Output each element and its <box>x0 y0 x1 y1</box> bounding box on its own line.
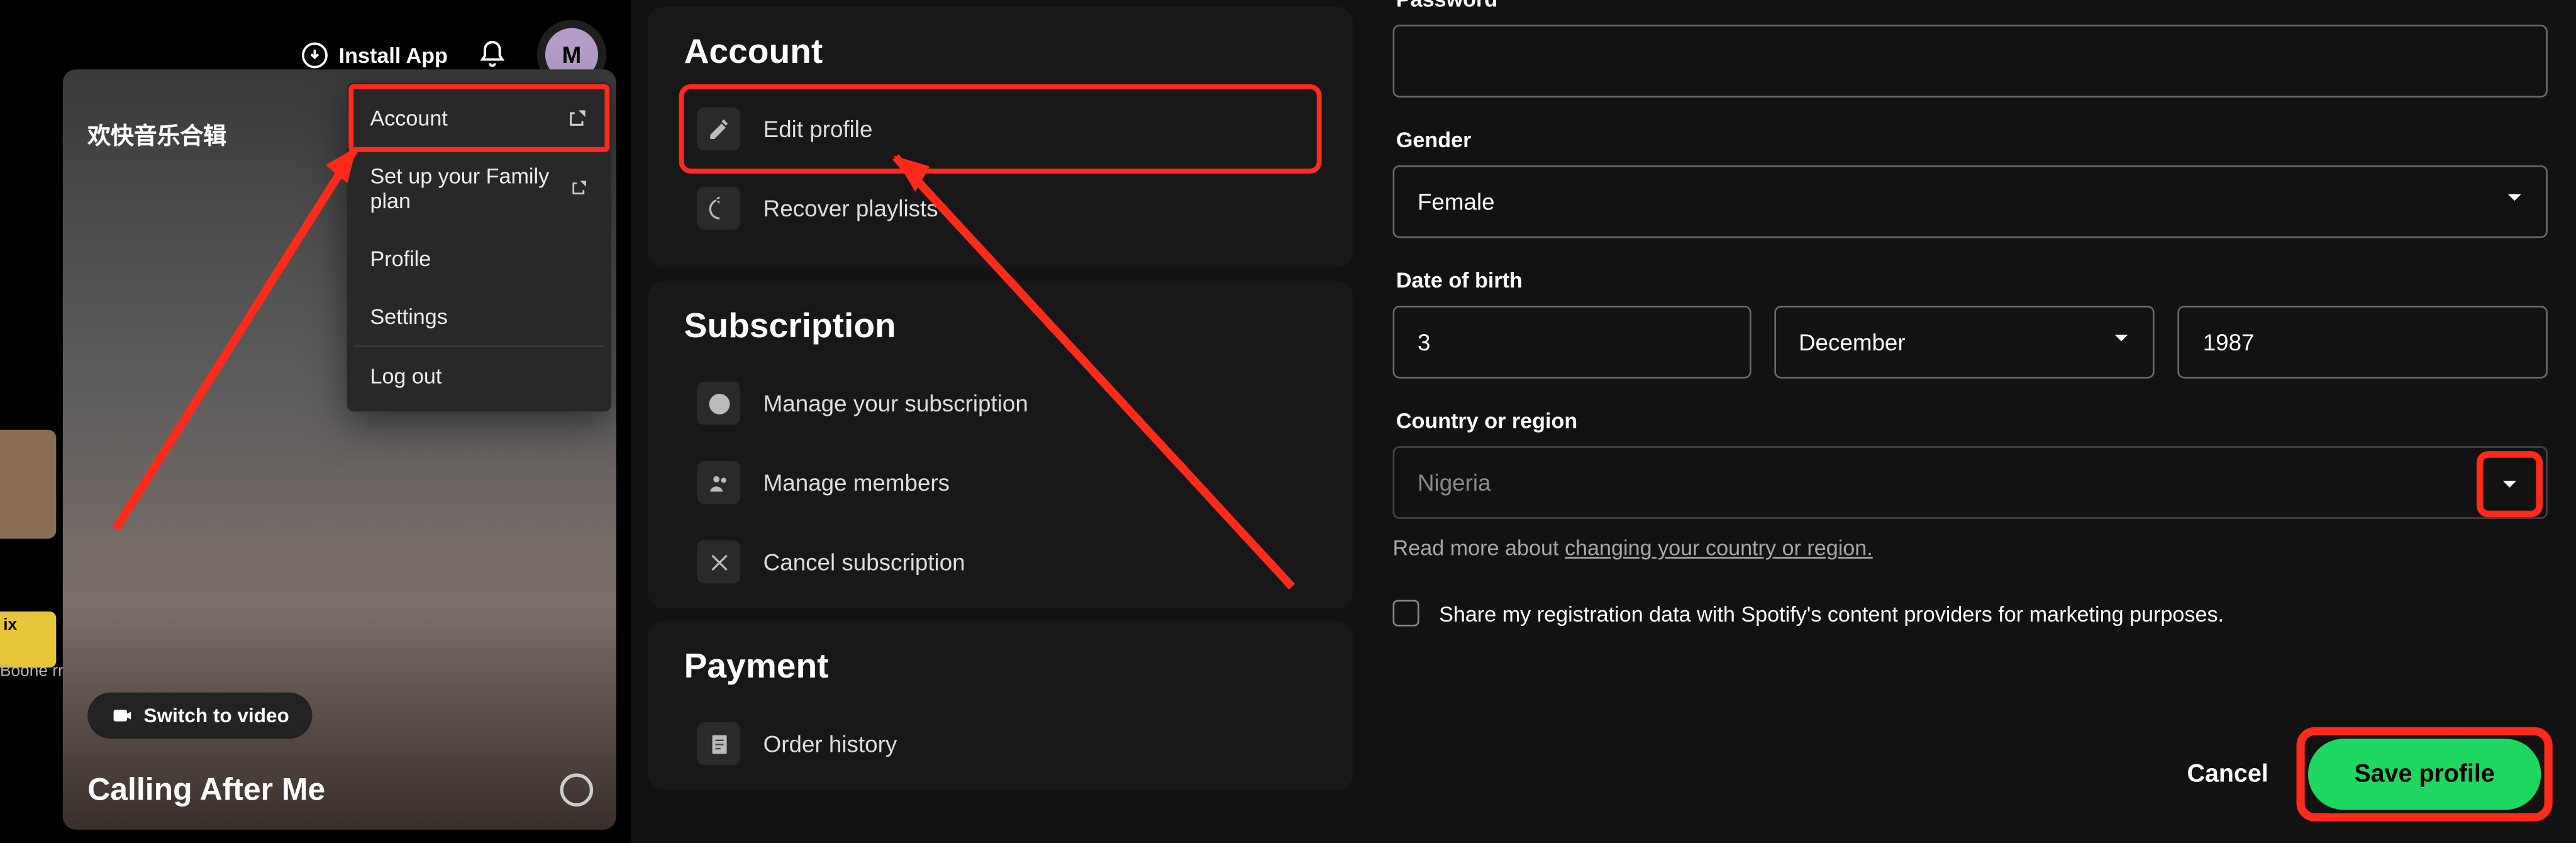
install-app-label: Install App <box>339 42 448 67</box>
country-select[interactable]: Nigeria <box>1393 446 2548 519</box>
dob-year-input[interactable] <box>2178 306 2548 379</box>
country-label: Country or region <box>1396 408 2548 433</box>
marketing-label: Share my registration data with Spotify'… <box>1439 601 2224 625</box>
password-label: Password <box>1396 0 2548 11</box>
video-icon <box>111 704 134 727</box>
sidebar-thumb-mix: ix <box>0 611 56 667</box>
chevron-down-icon <box>2501 184 2528 219</box>
dob-month-select[interactable]: December <box>1774 306 2155 379</box>
notifications-icon[interactable] <box>477 40 507 69</box>
avatar-initial: M <box>562 42 582 68</box>
cancel-button[interactable]: Cancel <box>2187 760 2268 788</box>
country-value: Nigeria <box>1418 469 1491 496</box>
gender-value: Female <box>1418 188 1495 215</box>
menu-item-label: Account <box>370 106 447 130</box>
external-link-icon <box>568 177 588 200</box>
country-readmore: Read more about changing your country or… <box>1393 535 2548 560</box>
change-country-link[interactable]: changing your country or region. <box>1565 535 1873 560</box>
spotify-icon <box>697 382 740 425</box>
switch-to-video-button[interactable]: Switch to video <box>87 693 312 739</box>
chevron-down-icon <box>2109 325 2135 359</box>
marketing-consent-row[interactable]: Share my registration data with Spotify'… <box>1393 600 2548 627</box>
account-settings-sidebar: Account Edit profile Recover playlists S… <box>631 0 1363 843</box>
members-icon <box>697 461 740 504</box>
menu-item-label: Set up your Family plan <box>370 164 568 213</box>
switch-video-label: Switch to video <box>144 704 289 727</box>
sidebar-thumb <box>0 430 56 539</box>
marketing-checkbox[interactable] <box>1393 600 1419 627</box>
receipt-icon <box>697 722 740 765</box>
install-app-button[interactable]: Install App <box>301 40 448 69</box>
external-link-icon <box>565 106 588 130</box>
song-title: Calling After Me <box>87 773 325 810</box>
dob-day-input[interactable] <box>1393 306 1751 379</box>
save-profile-button[interactable]: Save profile <box>2308 739 2541 810</box>
section-head-account: Account <box>684 33 1317 73</box>
annotation-arrow <box>99 132 397 545</box>
gender-label: Gender <box>1396 127 2548 152</box>
save-button-highlight: Save profile <box>2305 735 2545 813</box>
section-head-payment: Payment <box>684 648 1317 688</box>
info-icon[interactable] <box>560 773 594 807</box>
spotify-home-panel: Install App M ix Boone rren 欢快音乐合辑 Switc… <box>0 0 631 843</box>
dob-month-value: December <box>1799 329 1906 355</box>
sidebar-item-label: Edit profile <box>763 116 873 142</box>
password-input[interactable] <box>1393 25 2548 98</box>
sidebar-item-label: Order history <box>763 730 897 757</box>
gender-select[interactable]: Female <box>1393 165 2548 238</box>
edit-profile-form: Password Gender Female Date of birth Dec… <box>1363 0 2576 843</box>
pencil-icon <box>697 108 740 150</box>
annotation-arrow <box>879 140 1309 603</box>
refresh-icon <box>697 187 740 230</box>
download-icon <box>301 40 329 69</box>
sidebar-item-order-history[interactable]: Order history <box>684 704 1317 783</box>
chevron-down-icon <box>2483 458 2536 511</box>
dob-label: Date of birth <box>1396 268 2548 293</box>
close-icon <box>697 540 740 583</box>
